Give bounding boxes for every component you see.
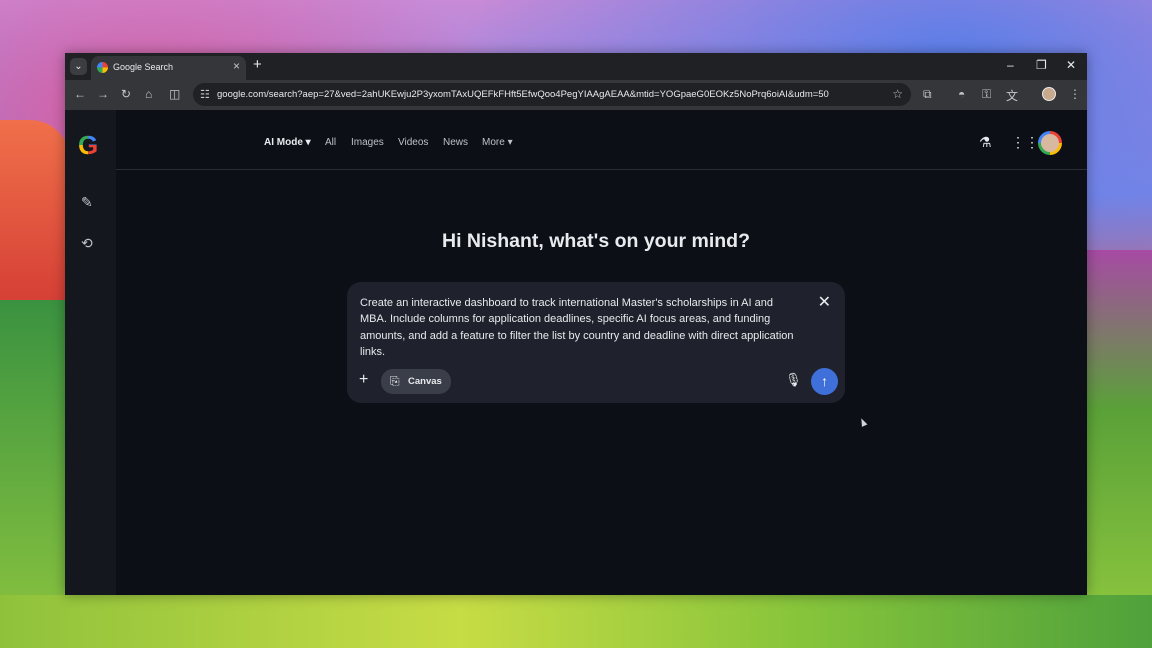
forward-icon[interactable]: → <box>97 87 109 101</box>
translate-icon[interactable]: 文 <box>1006 87 1018 104</box>
site-info-icon[interactable]: ☷ <box>200 88 210 101</box>
google-logo-icon[interactable]: G <box>78 132 98 158</box>
tab-videos[interactable]: Videos <box>398 137 428 148</box>
restore-icon[interactable]: ❐ <box>1036 58 1047 72</box>
canvas-label: Canvas <box>408 376 442 387</box>
tab-google-search[interactable]: Google Search × <box>91 56 246 80</box>
extensions-icon[interactable]: ⧉ <box>923 87 932 102</box>
home-icon[interactable]: ⌂ <box>145 87 152 101</box>
browser-window: ⌄ Google Search × + – ❐ ✕ ← → ↻ ⌂ ◫ ☷ go… <box>65 53 1087 595</box>
send-arrow-button[interactable]: ↑ <box>811 368 838 395</box>
tab-title: Google Search <box>113 62 174 72</box>
profile-avatar-icon[interactable] <box>1042 87 1056 101</box>
tab-bar: ⌄ Google Search × + – ❐ ✕ <box>65 53 1087 80</box>
canvas-button[interactable]: ⎘ Canvas <box>381 369 451 394</box>
labs-flask-icon[interactable]: ⚗ <box>979 134 992 151</box>
clear-prompt-close-icon[interactable]: ✕ <box>818 292 831 312</box>
tab-news[interactable]: News <box>443 137 468 148</box>
desktop-wallpaper-green-right <box>1082 250 1152 648</box>
reload-icon[interactable]: ↻ <box>121 87 131 101</box>
google-favicon-icon <box>97 62 108 73</box>
tab-more[interactable]: More ▾ <box>482 137 513 148</box>
address-bar[interactable]: ☷ google.com/search?aep=27&ved=2ahUKEwju… <box>193 83 911 106</box>
new-chat-edit-icon[interactable]: ✎ <box>81 194 93 211</box>
new-tab-plus-icon[interactable]: + <box>253 56 262 73</box>
incognito-icon[interactable]: ◓ <box>958 87 965 101</box>
account-avatar[interactable] <box>1038 131 1062 155</box>
split-view-icon[interactable]: ◫ <box>169 87 180 101</box>
browser-toolbar: ← → ↻ ⌂ ◫ ☷ google.com/search?aep=27&ved… <box>65 80 1087 110</box>
mouse-cursor-icon <box>858 417 868 427</box>
password-key-icon[interactable]: ⚿ <box>982 87 991 102</box>
close-window-icon[interactable]: ✕ <box>1066 58 1076 72</box>
desktop-wallpaper-bottom <box>0 595 1152 648</box>
bookmark-star-icon[interactable]: ☆ <box>892 87 903 101</box>
canvas-doc-icon: ⎘ <box>390 374 400 388</box>
microphone-icon[interactable]: 🎙 <box>785 372 802 388</box>
tab-search-chevron-icon[interactable]: ⌄ <box>70 58 87 75</box>
left-rail: G ✎ ⟲ <box>65 110 116 595</box>
prompt-text[interactable]: Create an interactive dashboard to track… <box>360 295 800 360</box>
greeting-heading: Hi Nishant, what's on your mind? <box>442 230 750 252</box>
back-icon[interactable]: ← <box>74 87 86 101</box>
prompt-box[interactable]: Create an interactive dashboard to track… <box>347 282 845 403</box>
tab-images[interactable]: Images <box>351 137 384 148</box>
page-content: G ✎ ⟲ AI Mode ▾ All Images Videos News M… <box>65 110 1087 595</box>
add-attachment-plus-icon[interactable]: + <box>359 371 368 389</box>
url-text: google.com/search?aep=27&ved=2ahUKEwju2P… <box>217 89 829 100</box>
browser-menu-icon[interactable]: ⋮ <box>1069 87 1081 101</box>
minimize-icon[interactable]: – <box>1007 58 1014 72</box>
tab-ai-mode[interactable]: AI Mode ▾ <box>264 137 311 148</box>
tab-close-icon[interactable]: × <box>233 59 240 73</box>
tab-all[interactable]: All <box>325 137 336 148</box>
desktop-wallpaper-red <box>0 120 70 320</box>
header-divider <box>116 169 1087 170</box>
